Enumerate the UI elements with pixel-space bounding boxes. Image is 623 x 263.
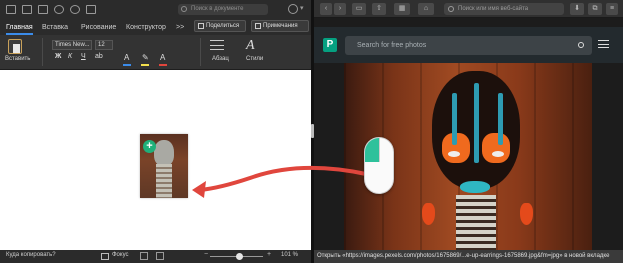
hamburger-menu-icon[interactable] — [598, 40, 609, 48]
tab-more[interactable]: >> — [176, 23, 184, 33]
tab-draw[interactable]: Рисование — [81, 23, 116, 33]
photo-earring — [520, 203, 533, 225]
font-color-icon[interactable]: A — [160, 53, 165, 62]
search-icon — [181, 6, 187, 12]
customize-icon[interactable] — [86, 5, 96, 14]
new-tab-icon[interactable]: ⧉ — [588, 3, 602, 15]
highlight-color-bar — [141, 64, 149, 66]
photo-earring — [422, 203, 435, 225]
web-layout-icon[interactable] — [156, 252, 164, 260]
tab-home[interactable]: Главная — [6, 23, 33, 35]
photo-face-stripe — [452, 93, 457, 145]
font-color-bar — [159, 64, 167, 66]
text-effects-color-bar — [123, 64, 131, 66]
comments-button[interactable]: Примечания — [251, 20, 309, 32]
ribbon — [0, 35, 311, 70]
more-icon[interactable]: ≡ — [606, 3, 618, 15]
document-search-input[interactable]: Поиск в документе — [178, 4, 268, 15]
share-icon — [198, 23, 204, 29]
ribbon-divider — [42, 38, 43, 66]
thumbnail-face — [154, 140, 174, 166]
address-placeholder: Поиск или имя веб-сайта — [458, 6, 529, 12]
copy-plus-icon: + — [143, 140, 156, 153]
print-icon[interactable] — [38, 5, 48, 14]
thumbnail-neck — [156, 164, 172, 198]
forward-icon[interactable]: › — [334, 3, 346, 15]
search-icon[interactable] — [578, 42, 584, 48]
pexels-header: P Search for free photos — [314, 27, 623, 63]
home-icon[interactable]: ⌂ — [418, 3, 434, 15]
photo-face-stripe — [498, 93, 503, 145]
zoom-out-icon[interactable]: − — [204, 251, 208, 258]
comments-label: Примечания — [263, 23, 298, 29]
paragraph-label: Абзац — [212, 56, 229, 62]
browser-toolbar: ‹ › ▭ ⇧ ▦ ⌂ Поиск или имя веб-сайта ⬇ ⧉ … — [314, 0, 623, 18]
share-button[interactable]: Поделиться — [194, 20, 246, 32]
print-layout-icon[interactable] — [140, 252, 148, 260]
tabs-overview-icon[interactable]: ▦ — [394, 3, 410, 15]
zoom-slider-handle[interactable] — [236, 253, 243, 260]
back-icon[interactable]: ‹ — [320, 3, 332, 15]
highlight-icon[interactable]: ✎ — [142, 53, 149, 62]
paragraph-icon[interactable] — [210, 40, 224, 50]
zoom-in-icon[interactable]: + — [267, 251, 271, 258]
text-effects-icon[interactable]: A — [124, 53, 129, 62]
redo-icon[interactable] — [70, 5, 80, 14]
underline-button[interactable]: Ч — [81, 53, 86, 60]
photo-neck-rings — [456, 195, 496, 253]
ribbon-divider — [200, 38, 201, 66]
drag-arrow-icon — [192, 165, 368, 198]
italic-button[interactable]: К — [68, 53, 72, 60]
share-label: Поделиться — [206, 23, 240, 29]
font-name-select[interactable]: Times New... — [52, 40, 92, 50]
undo-icon[interactable] — [54, 5, 64, 14]
styles-icon[interactable]: A — [246, 38, 255, 54]
screen: Поиск в документе ▾ Главная Вставка Рисо… — [0, 0, 623, 263]
tab-design[interactable]: Конструктор — [126, 23, 166, 33]
photo-face-stripe — [474, 83, 479, 163]
word-window: Поиск в документе ▾ Главная Вставка Рисо… — [0, 0, 311, 263]
photo-lips — [460, 181, 490, 193]
mouse-button-divider — [379, 138, 380, 162]
mouse-left-button-icon — [365, 138, 380, 162]
browser-window: ‹ › ▭ ⇧ ▦ ⌂ Поиск или имя веб-сайта ⬇ ⧉ … — [314, 0, 623, 263]
address-bar[interactable]: Поиск или имя веб-сайта — [444, 3, 564, 15]
home-icon[interactable] — [22, 5, 32, 14]
chevron-down-icon[interactable]: ▾ — [300, 4, 304, 12]
document-search-placeholder: Поиск в документе — [191, 6, 244, 12]
focus-icon[interactable] — [101, 253, 109, 260]
word-title-bar: Поиск в документе ▾ — [0, 0, 311, 20]
status-text: Куда копировать? — [6, 252, 56, 258]
download-icon[interactable]: ⬇ — [570, 3, 584, 15]
photo-search-placeholder: Search for free photos — [357, 42, 427, 49]
photo-cheek-paint-right — [482, 133, 510, 163]
styles-label: Стили — [246, 56, 264, 62]
tab-insert[interactable]: Вставка — [42, 23, 68, 33]
bold-button[interactable]: Ж — [55, 53, 61, 60]
save-icon[interactable] — [6, 5, 16, 14]
clipboard-icon[interactable] — [8, 39, 22, 54]
photo-search-input[interactable]: Search for free photos — [345, 36, 592, 55]
sidebar-icon[interactable]: ▭ — [352, 3, 366, 15]
focus-label[interactable]: Фокус — [112, 252, 129, 258]
search-icon — [448, 6, 454, 12]
smiley-icon[interactable] — [288, 4, 298, 14]
comment-icon — [255, 23, 261, 29]
share-icon[interactable]: ⇧ — [372, 3, 386, 15]
paste-label: Вставить — [5, 56, 31, 62]
pexels-logo[interactable]: P — [323, 38, 337, 52]
mouse-icon — [364, 137, 394, 194]
strikethrough-icon[interactable]: ab — [95, 53, 103, 60]
zoom-value: 101 % — [281, 252, 299, 258]
photo-eye — [448, 151, 460, 157]
link-status-bar: Открыть «https://images.pexels.com/photo… — [314, 250, 623, 263]
photo-eye — [492, 151, 504, 157]
font-size-select[interactable]: 12 — [95, 40, 113, 50]
